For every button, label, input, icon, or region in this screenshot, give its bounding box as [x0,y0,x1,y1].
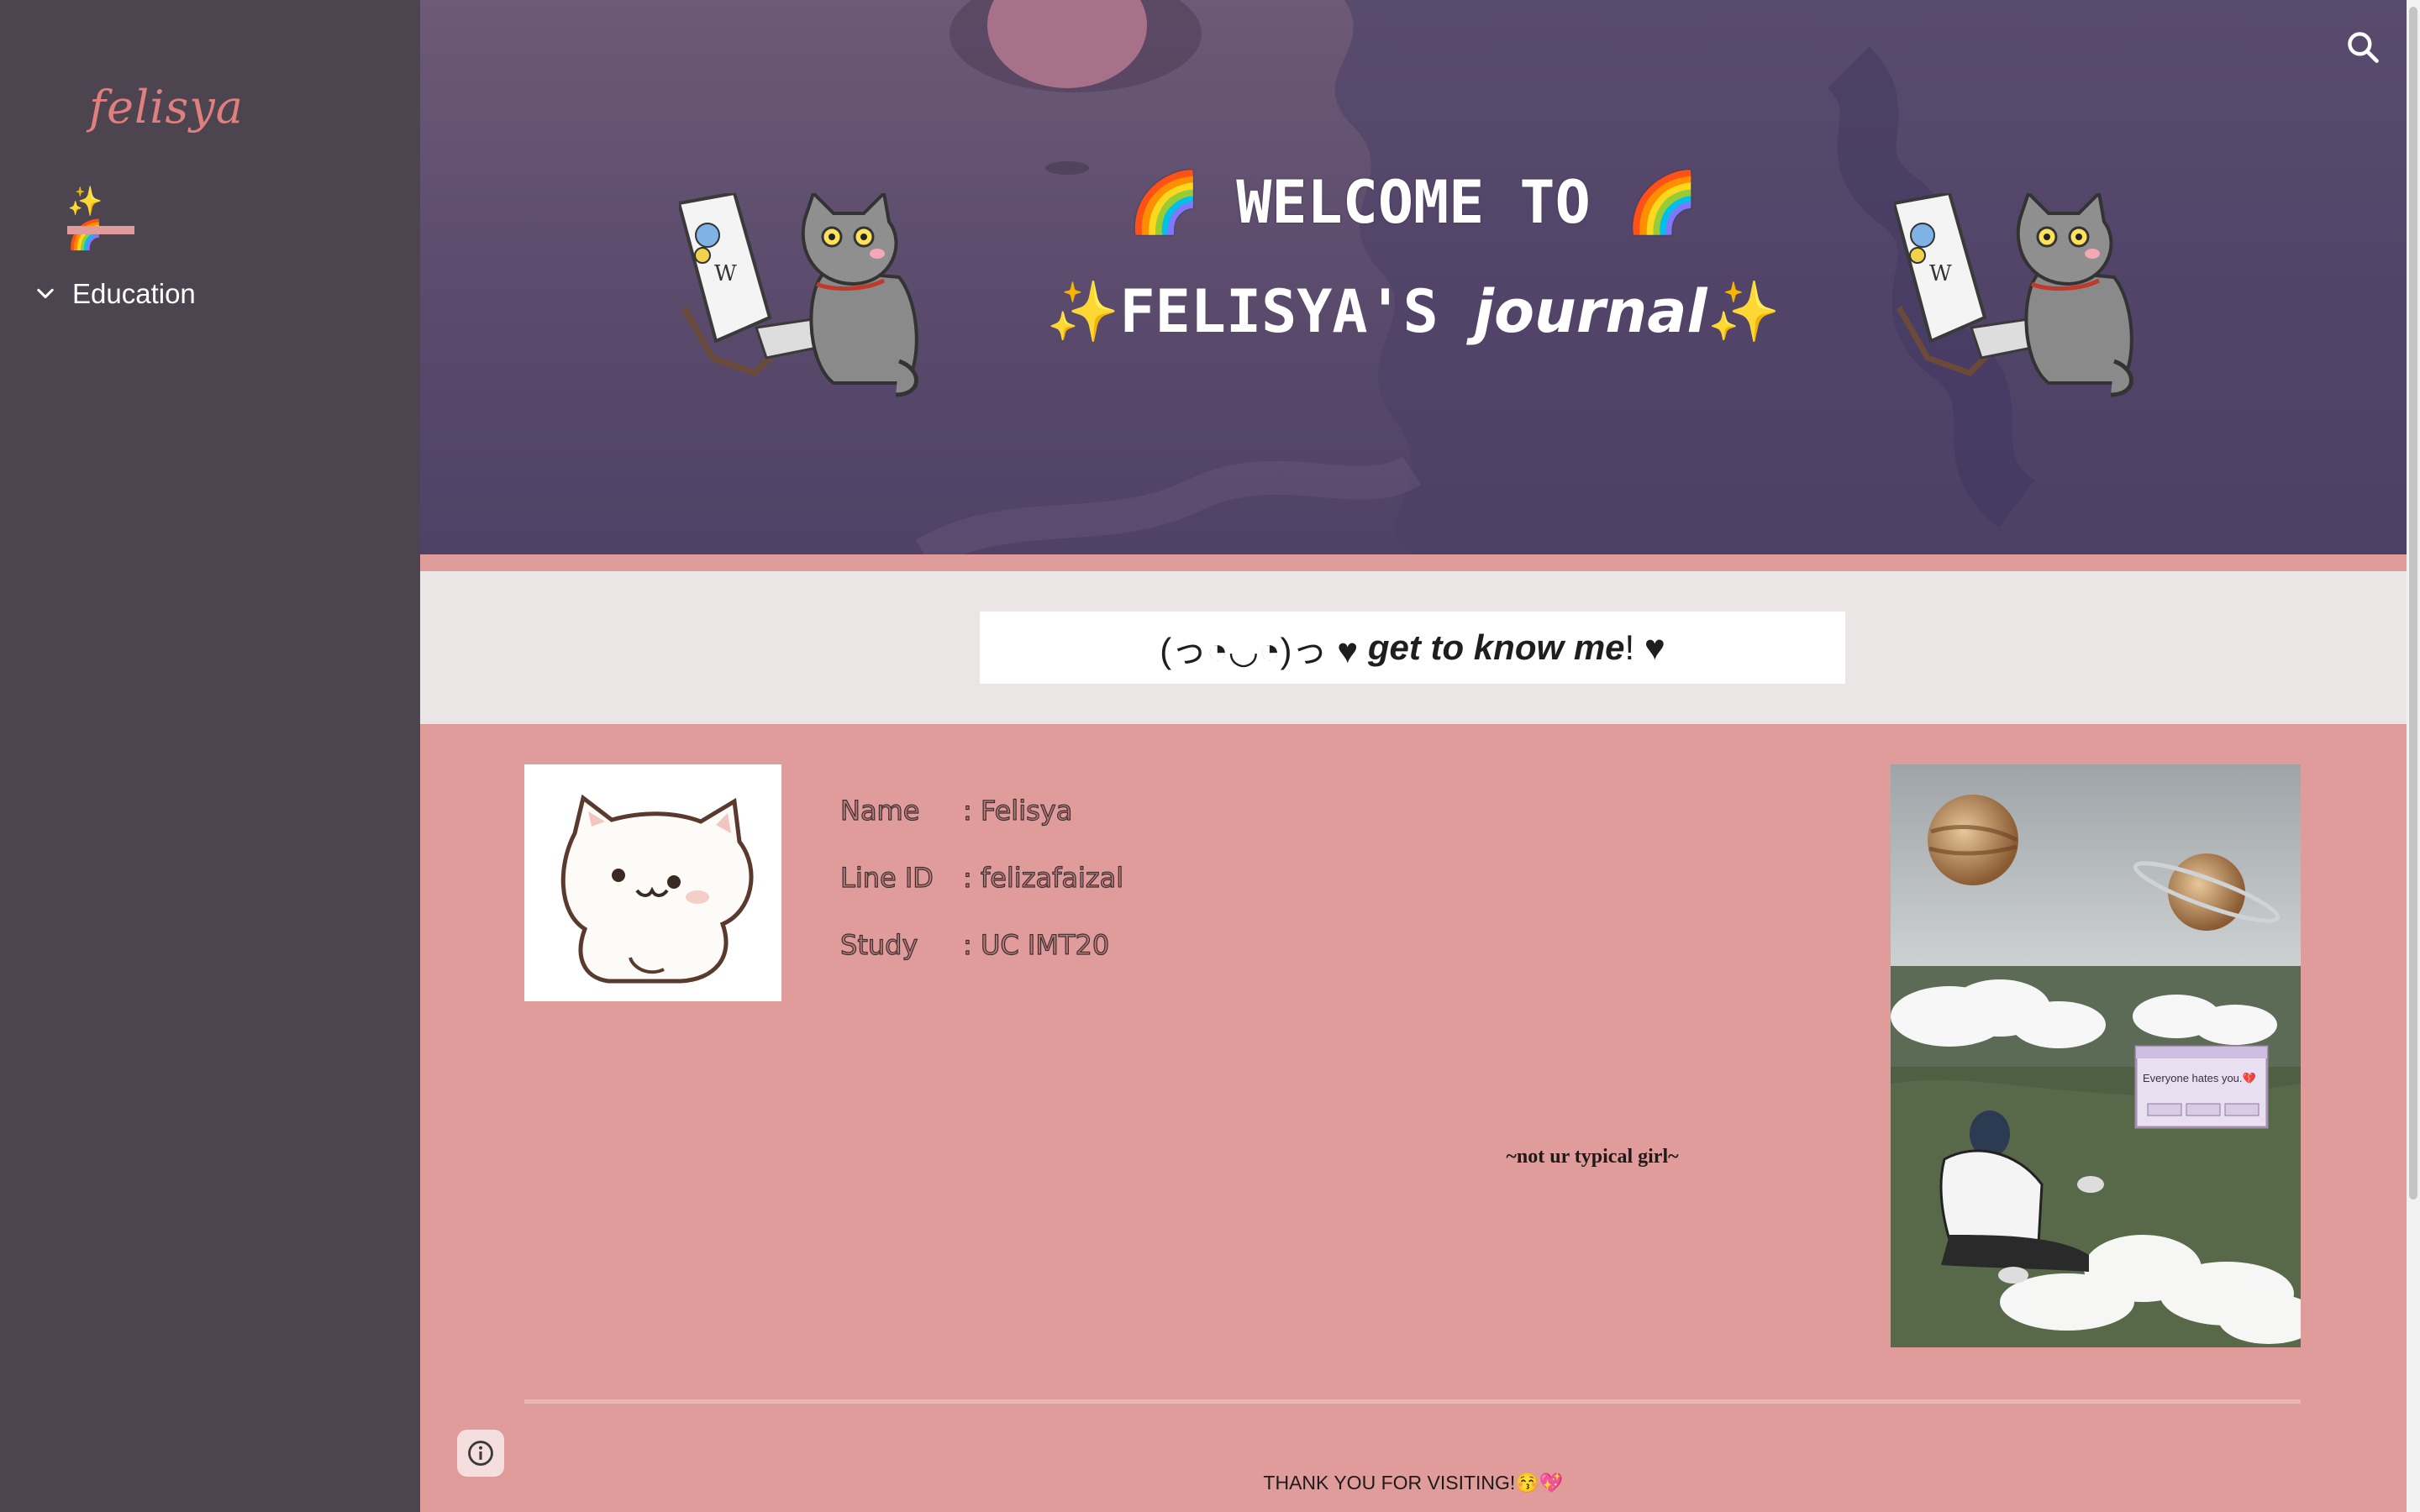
sidebar-item-home[interactable]: ✨🌈 [67,185,134,251]
tagline-prefix: (っ◔◡◔)っ ♥ [1160,630,1359,670]
sidebar: felisya ✨🌈 Education [0,0,420,1512]
profile-label: Line ID [839,861,934,894]
footer-divider [524,1399,2301,1404]
site-info-button[interactable] [457,1430,504,1477]
profile-value: : felizafaizal [962,861,1124,894]
title-prefix: ✨FELISYA'S [1046,277,1474,346]
sidebar-item-education[interactable]: Education [34,274,196,314]
sidebar-item-label: Education [72,278,196,309]
profile-row-line-id: Line ID : felizafaizal [839,861,1124,894]
chevron-down-icon[interactable] [34,282,57,306]
cat-avatar-image [524,764,781,1001]
profile-label: Study [839,928,918,961]
info-icon [468,1441,493,1466]
tagline-box: (っ◔◡◔)っ ♥ get to know me ! ♥ [980,612,1845,684]
page-title-line2: ✨FELISYA'S journal✨ [420,277,2407,347]
title-suffix: ✨ [1707,277,1781,346]
section-divider-stripe [420,554,2407,571]
search-icon[interactable] [2344,29,2381,66]
footer-text: THANK YOU FOR VISITING!😚💖 [1263,1472,1564,1494]
active-indicator [67,226,134,234]
profile-row-name: Name : Felisya [839,794,1073,827]
title-journal: journal [1473,277,1707,346]
sidebar-item-label: ✨🌈 [67,186,103,251]
photo-popup-text: Everyone hates you.💔 [2143,1072,2257,1084]
page-title-line1: 🌈 WELCOME TO 🌈 [1127,168,1700,237]
profile-value: : UC IMT20 [962,928,1110,961]
profile-row-study: Study : UC IMT20 [839,928,1110,961]
profile-label: Name [839,794,920,827]
motto-text: ~not ur typical girl~ [1506,1146,1679,1168]
scrollbar-thumb[interactable] [2409,7,2417,1200]
site-title[interactable]: felisya [89,81,244,134]
profile-value: : Felisya [962,794,1073,827]
profile-collage-photo: Everyone hates you.💔 [1891,764,2301,1347]
tagline-italic: get to know me [1367,627,1625,667]
tagline-suffix: ! ♥ [1624,627,1665,667]
